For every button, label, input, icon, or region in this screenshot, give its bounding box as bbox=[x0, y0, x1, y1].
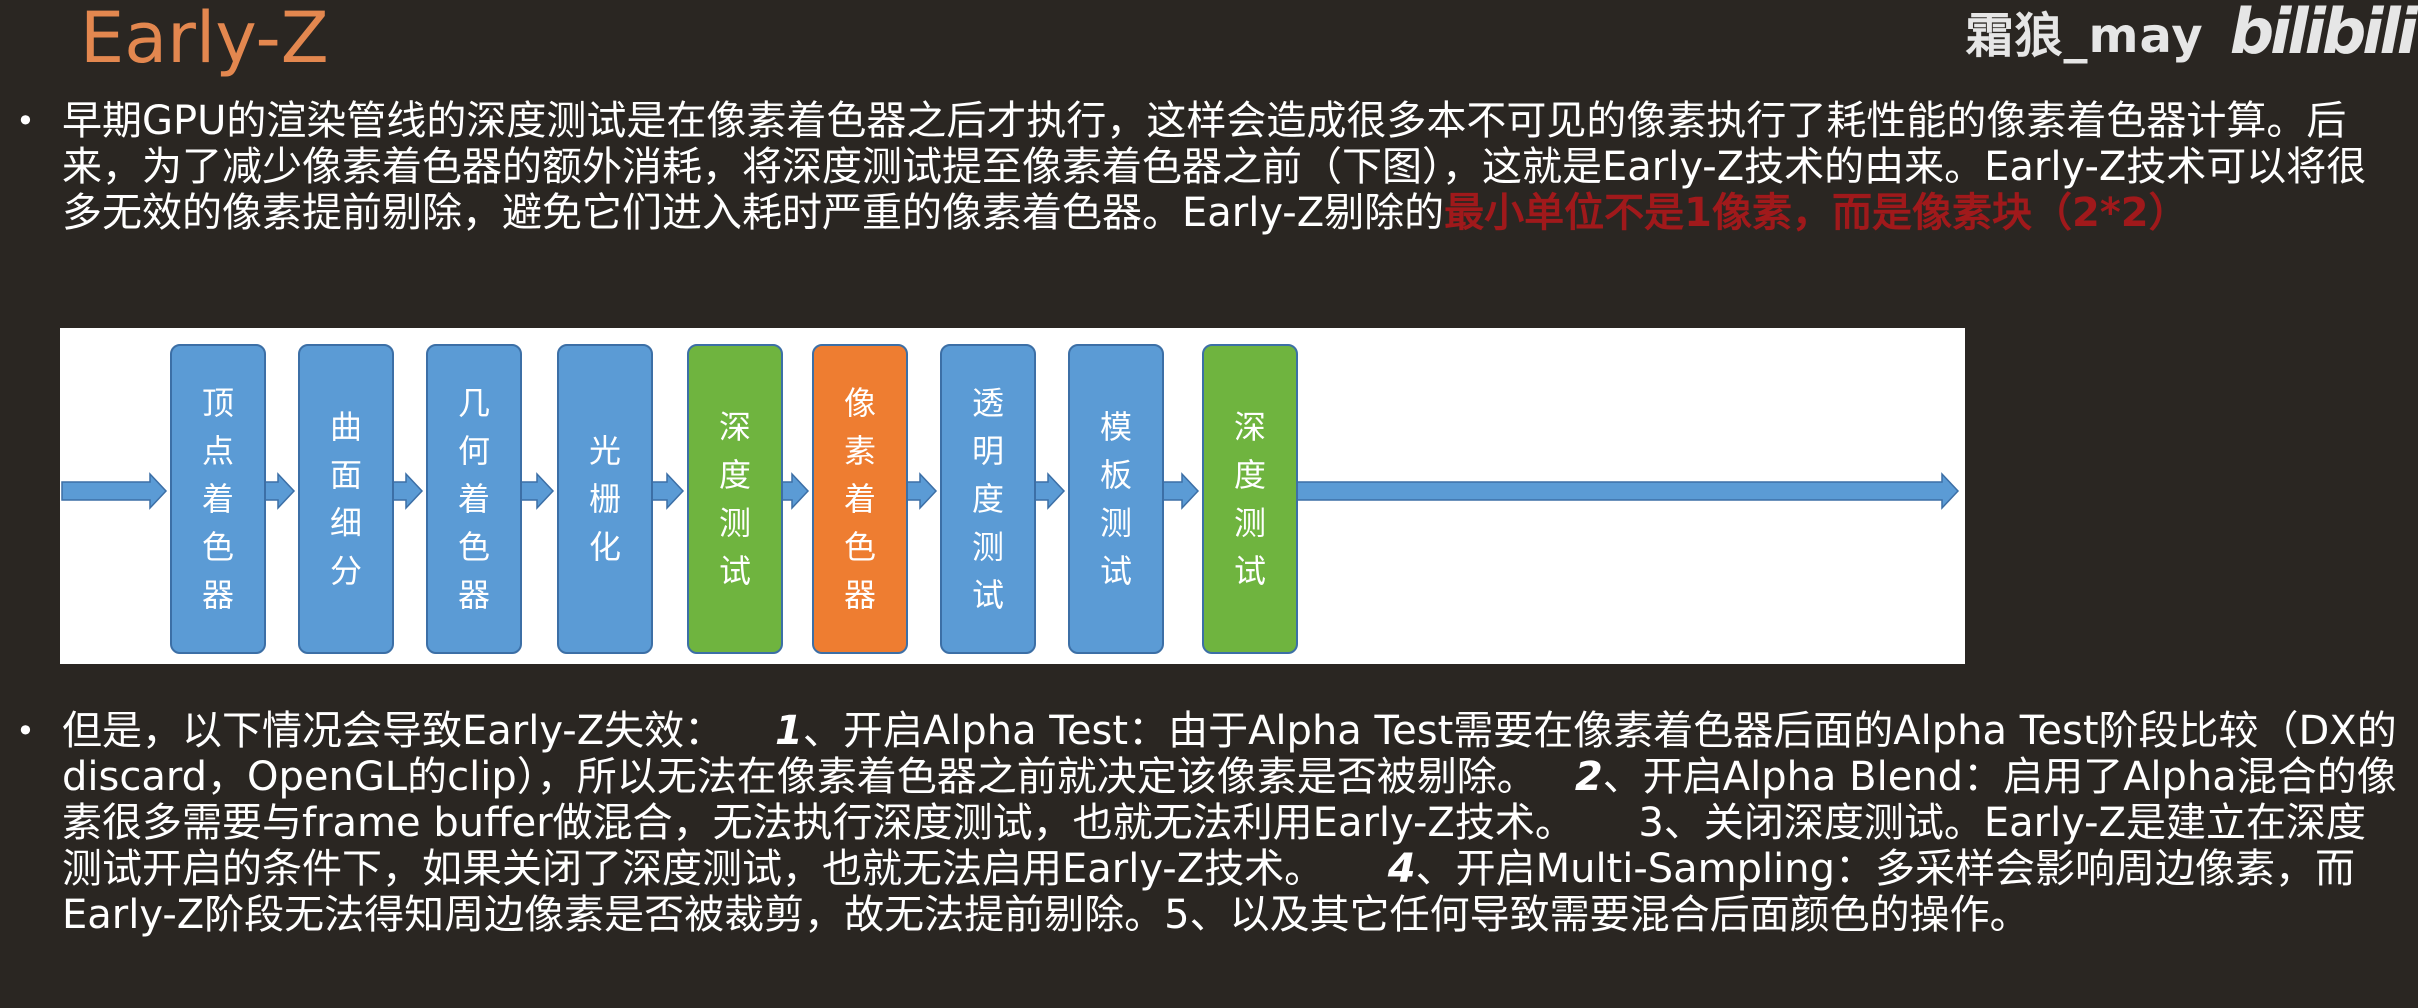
pipeline-stage-2: 曲面细分 bbox=[298, 344, 394, 654]
failure-number-2: 2 bbox=[1574, 754, 1603, 800]
watermark: 霜狼_may bilibili bbox=[1965, 0, 2418, 68]
failures-intro: 但是，以下情况会导致Early-Z失效： bbox=[62, 708, 725, 754]
pipeline-arrow-2 bbox=[263, 472, 296, 510]
pipeline-stage-9: 深度测试 bbox=[1202, 344, 1298, 654]
pipeline-arrow-1 bbox=[61, 472, 168, 510]
pipeline-stage-1: 顶点着色器 bbox=[170, 344, 266, 654]
pipeline-stage-5: 深度测试 bbox=[687, 344, 783, 654]
bilibili-logo-icon: bilibili bbox=[2229, 0, 2418, 68]
pipeline-stage-label: 顶点着色器 bbox=[201, 384, 234, 614]
pipeline-arrow-4 bbox=[519, 472, 555, 510]
pipeline-stage-label: 像素着色器 bbox=[843, 384, 876, 614]
failure-number-1: 1 bbox=[775, 708, 803, 754]
paragraph-early-z-failures: • 但是，以下情况会导致Early-Z失效： 1、开启Alpha Test：由于… bbox=[16, 708, 2402, 938]
pipeline-arrow-6 bbox=[780, 472, 810, 510]
bullet-icon: • bbox=[16, 712, 35, 750]
pipeline-stage-8: 模板测试 bbox=[1068, 344, 1164, 654]
pipeline-arrow-10 bbox=[1295, 472, 1960, 510]
bullet-icon: • bbox=[16, 102, 35, 140]
pipeline-arrow-3 bbox=[391, 472, 424, 510]
slide-title: Early-Z bbox=[80, 0, 329, 79]
pipeline-stage-label: 模板测试 bbox=[1099, 408, 1132, 590]
pipeline-stage-label: 曲面细分 bbox=[329, 408, 362, 590]
paragraph-early-z-intro: • 早期GPU的渲染管线的深度测试是在像素着色器之后才执行，这样会造成很多本不可… bbox=[16, 98, 2392, 236]
pipeline-stage-3: 几何着色器 bbox=[426, 344, 522, 654]
pipeline-stage-label: 光栅化 bbox=[588, 432, 621, 566]
pipeline-stage-4: 光栅化 bbox=[557, 344, 653, 654]
pipeline-arrow-9 bbox=[1161, 472, 1200, 510]
pipeline-arrow-7 bbox=[905, 472, 938, 510]
pipeline-stage-label: 深度测试 bbox=[1233, 408, 1266, 590]
pipeline-stage-6: 像素着色器 bbox=[812, 344, 908, 654]
pipeline-diagram: 顶点着色器 曲面细分 几何着色器 光栅化 深度测试 像素着色器 透明度测试 模板测试 深度测试 bbox=[60, 328, 1965, 664]
watermark-text: 霜狼_may bbox=[1965, 8, 2204, 64]
pipeline-stage-label: 透明度测试 bbox=[971, 384, 1004, 614]
pipeline-stage-7: 透明度测试 bbox=[940, 344, 1036, 654]
pipeline-stage-label: 几何着色器 bbox=[457, 384, 490, 614]
pipeline-arrow-8 bbox=[1033, 472, 1066, 510]
failure-number-4: 4 bbox=[1387, 846, 1416, 892]
pipeline-stage-label: 深度测试 bbox=[718, 408, 751, 590]
failure-number-3: 3 bbox=[1638, 800, 1664, 846]
highlight-text: 最小单位不是1像素，而是像素块（2*2） bbox=[1444, 190, 2189, 236]
pipeline-arrow-5 bbox=[650, 472, 685, 510]
